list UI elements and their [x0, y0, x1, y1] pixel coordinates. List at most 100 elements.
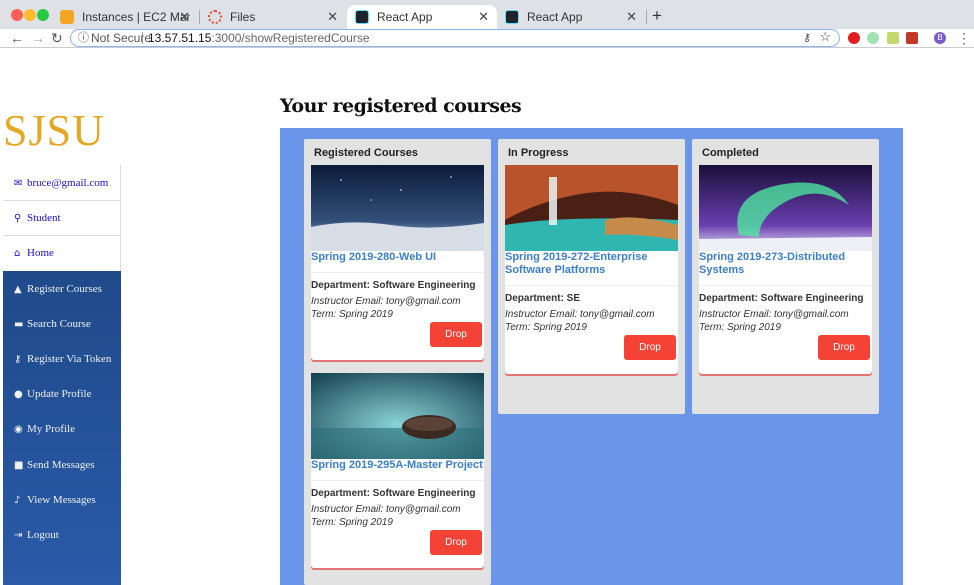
student-icon: ⚲ — [14, 213, 22, 224]
comment-icon: ■ — [14, 460, 24, 471]
course-title-link[interactable]: Spring 2019-273-Distributed Systems — [699, 251, 872, 277]
sidebar-item-label: Logout — [27, 529, 59, 541]
close-icon[interactable]: ✕ — [626, 9, 637, 25]
new-tab-icon[interactable]: + — [652, 6, 662, 26]
tab-label: React App — [527, 10, 583, 24]
drop-button[interactable]: Drop — [430, 530, 482, 555]
sidebar-item-home[interactable]: ⌂ Home — [14, 247, 54, 259]
sidebar-item-student[interactable]: ⚲ Student — [14, 212, 61, 224]
bell-icon: ♪ — [14, 495, 21, 506]
back-icon[interactable]: ← — [10, 29, 24, 47]
react-icon — [505, 10, 519, 24]
column-completed: Completed Spring 2019-273-Distributed Sy… — [692, 139, 879, 414]
close-icon[interactable]: ✕ — [478, 9, 489, 25]
instructor-email: Instructor Email: tony@gmail.com — [311, 504, 461, 515]
page-title: Your registered courses — [280, 95, 522, 117]
envelope-icon: ✉ — [14, 178, 23, 189]
course-department: Department: Software Engineering — [311, 280, 476, 291]
course-board: Registered Courses Spring 2019-280-Web U… — [280, 128, 903, 585]
home-icon: ⌂ — [14, 248, 21, 259]
sidebar-item-search-course[interactable]: ▬ Search Course — [14, 318, 91, 330]
drop-button[interactable]: Drop — [624, 335, 676, 360]
key-icon[interactable]: ⚷ — [803, 30, 811, 46]
url-text: 13.57.51.15:3000/showRegisteredCourse — [148, 31, 370, 45]
course-card: Spring 2019-280-Web UI Department: Softw… — [311, 165, 484, 360]
course-department: Department: Software Engineering — [311, 488, 476, 499]
forward-icon[interactable]: → — [31, 29, 45, 47]
course-title-link[interactable]: Spring 2019-295A-Master Project — [311, 459, 484, 472]
sidebar-item-register-courses[interactable]: ▲ Register Courses — [14, 283, 102, 295]
sidebar-item-view-messages[interactable]: ♪ View Messages — [14, 494, 96, 506]
sidebar-item-register-via-token[interactable]: ⚷ Register Via Token — [14, 353, 111, 365]
aws-icon — [60, 10, 74, 24]
extension-icon[interactable] — [906, 32, 918, 44]
course-card: Spring 2019-273-Distributed Systems Depa… — [699, 165, 872, 374]
graduation-cap-icon: ▲ — [14, 284, 22, 295]
sidebar-user-section: ✉ bruce@gmail.com ⚲ Student ⌂ Home — [3, 165, 121, 271]
browser-tab-bar: Instances | EC2 Management C ✕ Files ✕ R… — [0, 0, 974, 29]
course-card: Spring 2019-295A-Master Project Departme… — [311, 373, 484, 568]
sidebar-item-label: bruce@gmail.com — [27, 177, 109, 189]
opera-extension-icon[interactable] — [848, 32, 860, 44]
column-registered: Registered Courses Spring 2019-280-Web U… — [304, 139, 491, 585]
course-term: Term: Spring 2019 — [505, 322, 587, 333]
night-sky-image — [311, 165, 484, 251]
maximize-window-button[interactable] — [37, 9, 49, 21]
reload-icon[interactable]: ↻ — [51, 29, 63, 47]
sidebar-item-label: Register Courses — [27, 283, 102, 295]
sjsu-logo: SJSU — [3, 106, 105, 155]
course-title-link[interactable]: Spring 2019-272-Enterprise Software Plat… — [505, 251, 678, 277]
instructor-email: Instructor Email: tony@gmail.com — [699, 309, 849, 320]
drop-button[interactable]: Drop — [818, 335, 870, 360]
sidebar-item-update-profile[interactable]: ● Update Profile — [14, 388, 91, 400]
course-term: Term: Spring 2019 — [311, 309, 393, 320]
sidebar-item-label: Update Profile — [27, 388, 92, 400]
user-circle-icon: ◉ — [14, 424, 23, 435]
tab-ec2[interactable]: Instances | EC2 Management C ✕ — [52, 5, 198, 29]
coffee-bean-image — [311, 373, 484, 459]
react-icon — [355, 10, 369, 24]
column-title: In Progress — [508, 147, 569, 159]
drop-button[interactable]: Drop — [430, 322, 482, 347]
instructor-email: Instructor Email: tony@gmail.com — [505, 309, 655, 320]
course-department: Department: Software Engineering — [699, 293, 864, 304]
sidebar: SJSU ✉ bruce@gmail.com ⚲ Student ⌂ Home ▲ Re… — [3, 97, 121, 585]
book-icon: ▬ — [14, 319, 24, 330]
sidebar-item-send-messages[interactable]: ■ Send Messages — [14, 459, 95, 471]
course-title-link[interactable]: Spring 2019-280-Web UI — [311, 251, 484, 264]
tab-label: Instances | EC2 Management C — [82, 10, 190, 24]
tab-label: Files — [230, 10, 256, 24]
extension-icon[interactable] — [867, 32, 879, 44]
instructor-email: Instructor Email: tony@gmail.com — [311, 296, 461, 307]
waterfall-image — [505, 165, 678, 251]
sidebar-item-label: Search Course — [27, 318, 91, 330]
tab-label: React App — [377, 10, 433, 24]
tab-react-app[interactable]: React App ✕ — [497, 5, 645, 29]
files-icon — [208, 10, 222, 24]
sidebar-item-label: Student — [27, 212, 61, 224]
tab-react-app-active[interactable]: React App ✕ — [347, 5, 497, 29]
key-icon: ⚷ — [14, 354, 22, 365]
sidebar-nav: ▲ Register Courses ▬ Search Course ⚷ Regist… — [3, 271, 121, 585]
column-title: Completed — [702, 147, 759, 159]
course-department: Department: SE — [505, 293, 581, 304]
sidebar-item-email[interactable]: ✉ bruce@gmail.com — [14, 177, 108, 189]
address-bar[interactable]: ⓘ Not Secure 13.57.51.15:3000/showRegist… — [70, 29, 840, 47]
menu-icon[interactable]: ⋮ — [957, 29, 971, 47]
info-icon[interactable]: ⓘ — [78, 30, 89, 46]
extension-icon[interactable] — [887, 32, 899, 44]
close-window-button[interactable] — [11, 9, 23, 21]
close-icon[interactable]: ✕ — [327, 9, 338, 25]
close-icon[interactable]: ✕ — [179, 9, 190, 25]
sidebar-item-my-profile[interactable]: ◉ My Profile — [14, 423, 75, 435]
aurora-image — [699, 165, 872, 251]
column-title: Registered Courses — [314, 147, 418, 159]
bookmark-star-icon[interactable]: ☆ — [819, 29, 831, 45]
minimize-window-button[interactable] — [24, 9, 36, 21]
sidebar-item-logout[interactable]: ⇥ Logout — [14, 529, 59, 541]
course-term: Term: Spring 2019 — [311, 517, 393, 528]
course-card: Spring 2019-272-Enterprise Software Plat… — [505, 165, 678, 374]
sidebar-item-label: Send Messages — [27, 459, 95, 471]
tab-files[interactable]: Files ✕ — [200, 5, 346, 29]
profile-avatar[interactable]: B — [934, 32, 946, 44]
